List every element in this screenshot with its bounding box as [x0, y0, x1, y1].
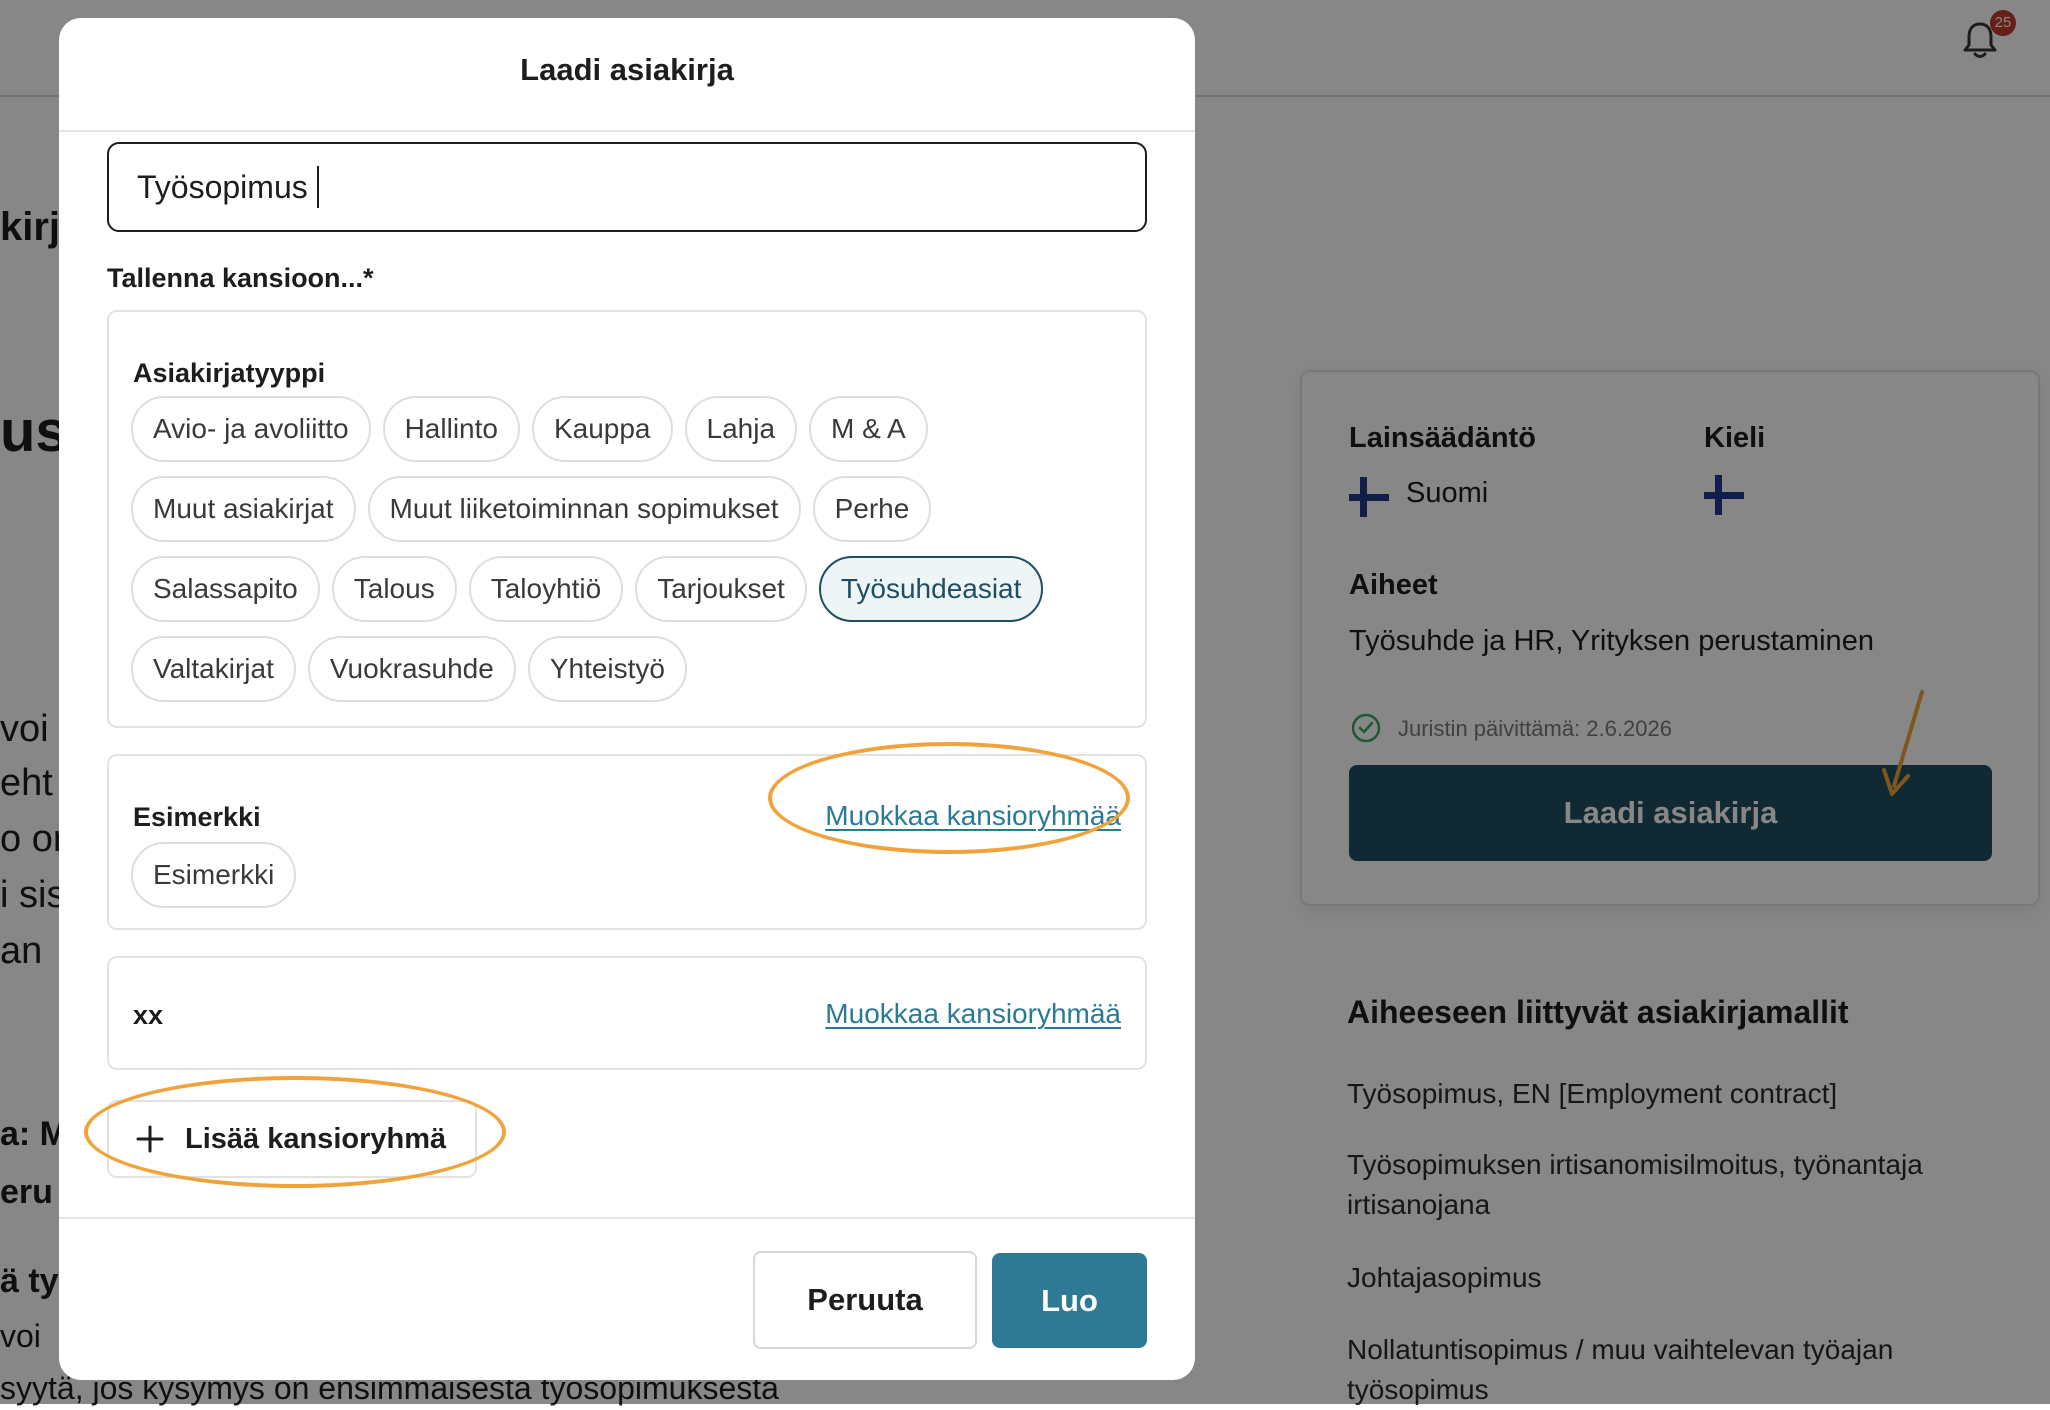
create-button[interactable]: Luo: [992, 1253, 1147, 1348]
folder-chip[interactable]: Hallinto: [382, 396, 520, 462]
folder-group-example: Esimerkki Muokkaa kansioryhmää Esimerkki: [107, 754, 1147, 930]
folder-chip[interactable]: Kauppa: [531, 396, 673, 462]
add-folder-group-button[interactable]: Lisää kansioryhmä: [107, 1100, 477, 1178]
folder-chip[interactable]: Avio- ja avoliitto: [131, 396, 371, 462]
folder-chip[interactable]: Tarjoukset: [635, 556, 807, 622]
text-cursor: [317, 166, 319, 208]
folder-chip[interactable]: Valtakirjat: [131, 636, 296, 702]
folder-chip-list: Esimerkki: [131, 842, 1131, 908]
folder-group-xx: xx Muokkaa kansioryhmää: [107, 956, 1147, 1070]
folder-group-title: xx: [133, 1000, 164, 1030]
dialog-header: Laadi asiakirja: [59, 18, 1195, 132]
folder-group-document-type: Asiakirjatyyppi Avio- ja avoliitto Hallin…: [107, 310, 1147, 728]
dialog-title: Laadi asiakirja: [520, 52, 734, 87]
plus-icon: [136, 1125, 164, 1153]
folder-chip[interactable]: Muut liiketoiminnan sopimukset: [367, 476, 801, 542]
folder-chip[interactable]: M & A: [809, 396, 928, 462]
save-to-folder-label: Tallenna kansioon...*: [107, 263, 374, 293]
folder-chip-list: Avio- ja avoliitto Hallinto Kauppa Lahja M &…: [131, 396, 1131, 702]
folder-chip[interactable]: Perhe: [812, 476, 932, 542]
folder-chip[interactable]: Taloyhtiö: [468, 556, 624, 622]
folder-chip[interactable]: Työsuhdeasiat: [818, 556, 1044, 622]
document-name-input[interactable]: [107, 142, 1147, 232]
folder-chip[interactable]: Muut asiakirjat: [131, 476, 356, 542]
folder-chip[interactable]: Talous: [331, 556, 457, 622]
folder-chip[interactable]: Yhteistyö: [527, 636, 687, 702]
folder-chip[interactable]: Vuokrasuhde: [307, 636, 516, 702]
add-folder-group-label: Lisää kansioryhmä: [185, 1122, 447, 1155]
edit-folder-group-link[interactable]: Muokkaa kansioryhmää: [825, 998, 1121, 1030]
folder-group-title: Esimerkki: [133, 802, 261, 832]
folder-chip[interactable]: Salassapito: [131, 556, 320, 622]
folder-chip[interactable]: Lahja: [684, 396, 798, 462]
folder-group-title: Asiakirjatyyppi: [133, 358, 326, 388]
create-document-dialog: Laadi asiakirja Tallenna kansioon...* As…: [59, 18, 1195, 1380]
cancel-button[interactable]: Peruuta: [753, 1251, 977, 1349]
folder-chip[interactable]: Esimerkki: [131, 842, 297, 908]
edit-folder-group-link[interactable]: Muokkaa kansioryhmää: [825, 800, 1121, 832]
